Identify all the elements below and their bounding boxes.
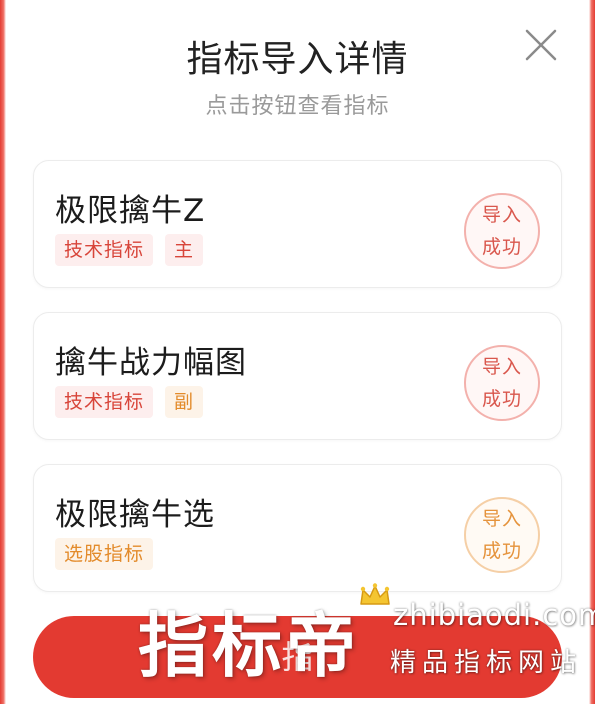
import-status-stamp: 导入 成功 bbox=[464, 345, 540, 421]
tag-category: 选股指标 bbox=[55, 538, 154, 570]
tag-category: 技术指标 bbox=[55, 234, 154, 266]
indicator-card[interactable]: 极限擒牛选 选股指标 导入 成功 bbox=[33, 464, 562, 592]
tag-category: 技术指标 bbox=[55, 386, 154, 418]
tag-type: 主 bbox=[165, 234, 204, 266]
indicator-card[interactable]: 极限擒牛Z 技术指标 主 导入 成功 bbox=[33, 160, 562, 288]
view-indicators-button-label: 指 bbox=[281, 638, 314, 676]
indicator-name: 擒牛战力幅图 bbox=[55, 345, 247, 381]
indicator-tags: 选股指标 bbox=[55, 538, 154, 570]
status-line-2: 成功 bbox=[481, 236, 522, 258]
indicator-card[interactable]: 擒牛战力幅图 技术指标 副 导入 成功 bbox=[33, 312, 562, 440]
import-status-stamp: 导入 成功 bbox=[464, 497, 540, 573]
indicator-name: 极限擒牛选 bbox=[55, 497, 215, 533]
indicator-tags: 技术指标 副 bbox=[55, 386, 204, 418]
close-button[interactable] bbox=[522, 26, 560, 64]
status-line-2: 成功 bbox=[481, 388, 522, 410]
close-icon bbox=[525, 29, 557, 61]
tag-type: 副 bbox=[165, 386, 204, 418]
import-status-stamp: 导入 成功 bbox=[464, 193, 540, 269]
indicator-name: 极限擒牛Z bbox=[55, 193, 206, 229]
status-line-1: 导入 bbox=[481, 356, 522, 378]
modal-title: 指标导入详情 bbox=[186, 39, 409, 80]
status-line-2: 成功 bbox=[481, 540, 522, 562]
status-line-1: 导入 bbox=[481, 508, 522, 530]
status-line-1: 导入 bbox=[481, 204, 522, 226]
import-details-modal: 指标导入详情 点击按钮查看指标 极限擒牛Z 技术指标 主 导入 成功 擒牛战力幅… bbox=[0, 0, 595, 704]
modal-subtitle: 点击按钮查看指标 bbox=[205, 94, 390, 119]
view-indicators-button[interactable]: 指 bbox=[33, 616, 562, 698]
indicator-tags: 技术指标 主 bbox=[55, 234, 204, 266]
